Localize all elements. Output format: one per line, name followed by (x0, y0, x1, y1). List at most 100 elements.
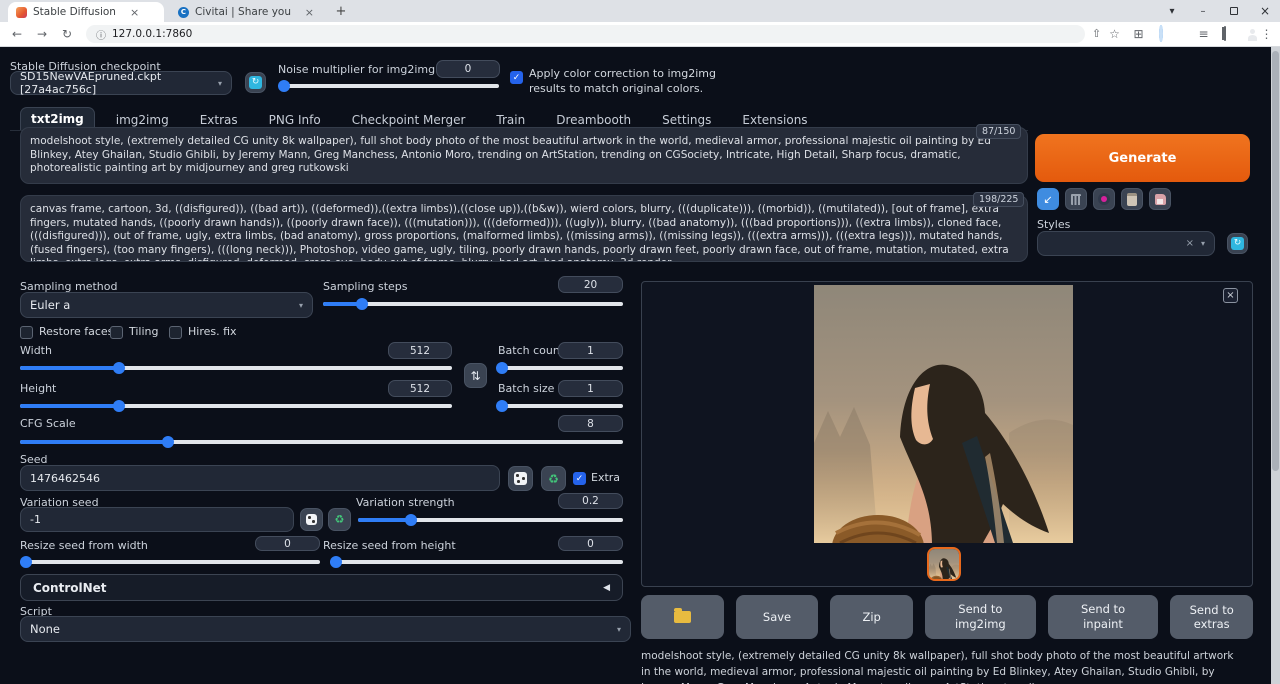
checkpoint-refresh-button[interactable]: ↻ (245, 72, 266, 93)
seed-input[interactable]: 1476462546 (20, 465, 500, 491)
site-info-icon[interactable]: ⓘ (96, 27, 106, 42)
variation-seed-input[interactable]: -1 (20, 507, 294, 532)
negative-token-counter: 198/225 (973, 192, 1024, 207)
chevron-down-icon: ▾ (617, 625, 621, 634)
tab-title: Civitai | Share your models (195, 6, 291, 18)
dice-icon (514, 472, 527, 485)
seed-value: 1476462546 (30, 472, 100, 485)
generated-image[interactable] (814, 285, 1073, 543)
send-to-inpaint-button[interactable]: Send to inpaint (1048, 595, 1159, 639)
noise-multiplier-input[interactable]: 0 (436, 60, 500, 78)
extra-seed-checkbox[interactable]: ✓ (573, 472, 586, 485)
close-gallery-button[interactable]: × (1223, 288, 1238, 303)
checkpoint-value: SD15NewVAEpruned.ckpt [27a4ac756c] (20, 70, 218, 96)
forward-icon[interactable]: → (33, 25, 51, 43)
sampling-method-dropdown[interactable]: Euler a ▾ (20, 292, 313, 318)
batch-count-slider[interactable] (498, 361, 623, 374)
cfg-scale-input[interactable]: 8 (558, 415, 623, 432)
styles-dropdown[interactable]: × ▾ (1037, 231, 1215, 256)
refresh-icon: ↻ (249, 76, 262, 89)
send-to-extras-button[interactable]: Send to extras (1170, 595, 1253, 639)
resize-seed-width-input[interactable]: 0 (255, 536, 320, 551)
share-icon[interactable]: ⇧ (1088, 26, 1105, 43)
batch-size-slider[interactable] (498, 399, 623, 412)
checkpoint-dropdown[interactable]: SD15NewVAEpruned.ckpt [27a4ac756c] ▾ (10, 71, 232, 95)
batch-size-input[interactable]: 1 (558, 380, 623, 397)
window-restore-button[interactable] (1220, 0, 1248, 22)
apply-style-button[interactable] (1121, 188, 1143, 210)
new-tab-button[interactable]: + (332, 3, 350, 21)
extra-label: Extra (591, 471, 620, 484)
extensions-puzzle-icon[interactable] (1174, 26, 1191, 43)
color-correction-checkbox[interactable]: ✓ (510, 71, 523, 84)
resize-seed-height-input[interactable]: 0 (558, 536, 623, 551)
variation-strength-input[interactable]: 0.2 (558, 493, 623, 509)
batch-size-label: Batch size (498, 382, 554, 395)
height-slider[interactable] (20, 399, 452, 412)
scrollbar-thumb[interactable] (1272, 51, 1279, 471)
variation-reuse-seed-button[interactable]: ♻ (328, 508, 351, 531)
width-slider[interactable] (20, 361, 452, 374)
send-to-img2img-button[interactable]: Send to img2img (925, 595, 1036, 639)
batch-count-label: Batch count (498, 344, 564, 357)
negative-prompt-textarea[interactable]: canvas frame, cartoon, 3d, ((disfigured)… (20, 195, 1028, 262)
read-parameters-button[interactable]: ↙ (1037, 188, 1059, 210)
color-correction-label: Apply color correction to img2img result… (529, 66, 745, 96)
height-input[interactable]: 512 (388, 380, 452, 397)
generate-button[interactable]: Generate (1035, 134, 1250, 182)
browser-menu-icon[interactable]: ⋮ (1258, 26, 1275, 43)
restore-faces-label: Restore faces (39, 325, 113, 338)
reading-list-icon[interactable]: ≡ (1195, 26, 1212, 43)
controlnet-label: ControlNet (33, 581, 107, 595)
tab-close-icon[interactable]: × (130, 6, 139, 19)
resize-seed-width-label: Resize seed from width (20, 539, 148, 552)
save-style-button[interactable] (1149, 188, 1171, 210)
clear-styles-icon[interactable]: × (1186, 238, 1194, 249)
prompt-token-counter: 87/150 (976, 124, 1021, 139)
sampling-steps-input[interactable]: 20 (558, 276, 623, 293)
batch-count-input[interactable]: 1 (558, 342, 623, 359)
variation-random-seed-button[interactable] (300, 508, 323, 531)
script-dropdown[interactable]: None ▾ (20, 616, 631, 642)
tab-close-icon[interactable]: × (305, 6, 314, 19)
page-scrollbar[interactable] (1271, 47, 1280, 684)
styles-palette-button[interactable] (1093, 188, 1115, 210)
window-close-button[interactable]: × (1251, 0, 1279, 22)
window-chevron-icon[interactable]: ▾ (1158, 0, 1186, 22)
extension-grid-icon[interactable]: ⊞ (1130, 26, 1147, 43)
recycle-icon: ♻ (335, 513, 345, 526)
variation-strength-slider[interactable] (358, 513, 623, 526)
controlnet-accordion[interactable]: ControlNet ◀ (20, 574, 623, 601)
clipboard-icon (1127, 193, 1137, 206)
width-input[interactable]: 512 (388, 342, 452, 359)
bookmark-star-icon[interactable]: ☆ (1106, 26, 1123, 43)
window-minimize-button[interactable]: – (1189, 0, 1217, 22)
reuse-seed-button[interactable]: ♻ (541, 466, 566, 491)
sampling-steps-slider[interactable] (323, 297, 623, 310)
prompt-textarea[interactable]: modelshoot style, (extremely detailed CG… (20, 127, 1028, 184)
reload-icon[interactable]: ↻ (58, 25, 76, 43)
browser-tab-stable-diffusion[interactable]: Stable Diffusion × (8, 2, 164, 22)
hires-fix-checkbox[interactable] (169, 326, 182, 339)
zip-button[interactable]: Zip (830, 595, 913, 639)
profile-avatar[interactable] (1237, 26, 1254, 43)
noise-multiplier-slider[interactable] (280, 79, 499, 92)
extension-blue-icon[interactable] (1152, 26, 1169, 43)
save-button[interactable]: Save (736, 595, 819, 639)
gallery-thumbnail[interactable] (927, 547, 961, 581)
address-bar[interactable]: ⓘ 127.0.0.1:7860 (86, 25, 1085, 43)
random-seed-button[interactable] (508, 466, 533, 491)
open-folder-button[interactable] (641, 595, 724, 639)
browser-tab-civitai[interactable]: C Civitai | Share your models × (170, 2, 322, 22)
back-icon[interactable]: ← (8, 25, 26, 43)
resize-seed-height-slider[interactable] (330, 555, 623, 568)
cfg-scale-slider[interactable] (20, 435, 623, 448)
tiling-checkbox[interactable] (110, 326, 123, 339)
restore-faces-checkbox[interactable] (20, 326, 33, 339)
styles-refresh-button[interactable]: ↻ (1227, 233, 1248, 254)
restore-icon (1230, 7, 1238, 15)
resize-seed-width-slider[interactable] (20, 555, 320, 568)
side-panel-icon[interactable] (1216, 26, 1233, 43)
clear-prompt-button[interactable] (1065, 188, 1087, 210)
swap-dimensions-button[interactable]: ⇅ (464, 363, 487, 388)
